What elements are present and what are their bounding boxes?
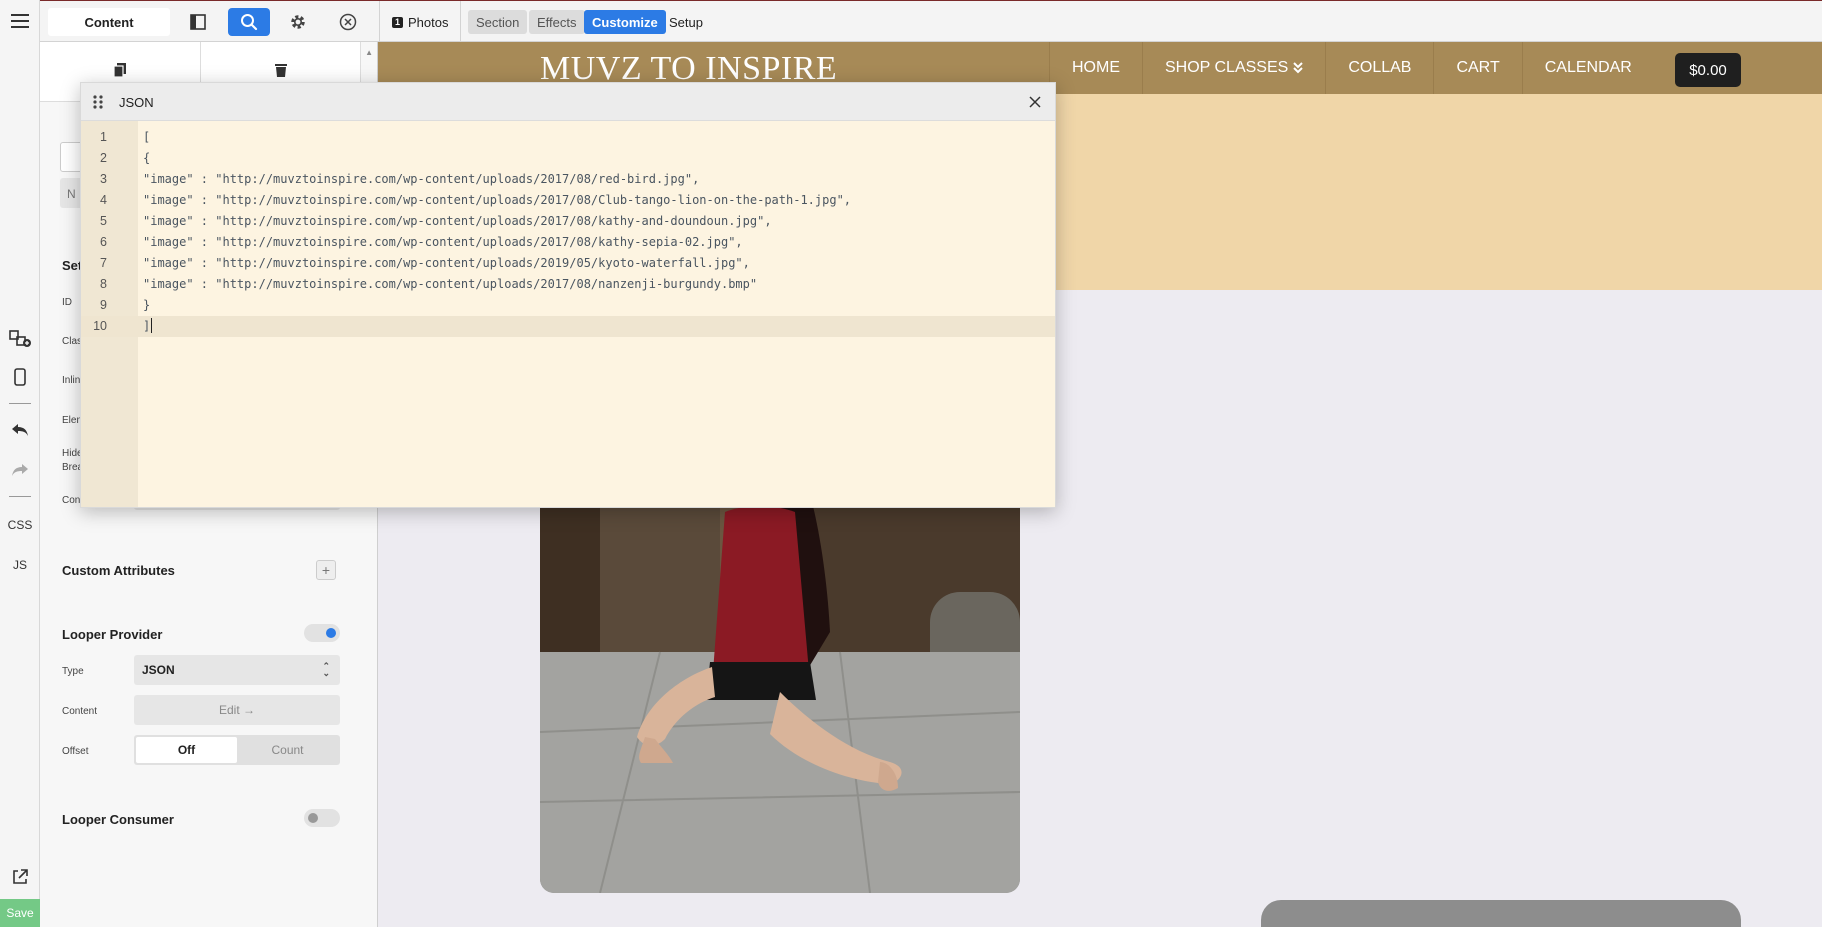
duplicate-icon <box>113 62 127 81</box>
mobile-preview-icon[interactable] <box>0 366 40 388</box>
code-line[interactable]: 4 "image" : "http://muvztoinspire.com/wp-… <box>81 190 1055 211</box>
featured-photo <box>540 502 1020 893</box>
inline-label-fragment: Inlin <box>62 375 81 386</box>
code-line[interactable]: 5 "image" : "http://muvztoinspire.com/wp-… <box>81 211 1055 232</box>
add-attribute-button[interactable]: + <box>316 560 336 580</box>
nav-collab[interactable]: COLLAB <box>1325 42 1433 94</box>
bottom-card-edge <box>1261 900 1741 927</box>
top-toolbar: Content 1 Photos Section Effects Customi… <box>40 0 1822 43</box>
line-number: 2 <box>100 151 107 165</box>
type-label: Type <box>62 666 84 677</box>
id-label: ID <box>62 297 72 308</box>
code-line[interactable]: 10] <box>81 316 1055 337</box>
external-link-icon[interactable] <box>0 867 40 887</box>
drag-handle-icon[interactable] <box>93 95 103 112</box>
nav-home[interactable]: HOME <box>1049 42 1142 94</box>
edit-content-button[interactable]: Edit → <box>134 695 340 725</box>
left-rail: CSS JS Save <box>0 0 40 927</box>
add-element-icon[interactable] <box>0 326 40 350</box>
cart-total-button[interactable]: $0.00 <box>1675 53 1741 87</box>
hamburger-menu-icon[interactable] <box>0 10 40 32</box>
close-icon[interactable] <box>1025 92 1045 112</box>
conditions-label-fragment: Con <box>62 495 81 506</box>
line-number: 3 <box>100 172 107 186</box>
offset-label: Offset <box>62 746 89 757</box>
js-button[interactable]: JS <box>0 556 40 574</box>
plus-icon: + <box>321 562 331 578</box>
offset-count-option[interactable]: Count <box>237 737 338 763</box>
trash-icon <box>274 62 288 81</box>
looper-consumer-title: Looper Consumer <box>62 812 174 827</box>
site-menu: HOME SHOP CLASSES COLLAB CART CALENDAR <box>1049 42 1654 94</box>
json-editor-modal: JSON 1[2{3 "image" : "http://muvztoinspir… <box>80 82 1056 508</box>
breadcrumb-badge: 1 <box>392 16 404 28</box>
code-line[interactable]: 7 "image" : "http://muvztoinspire.com/wp-… <box>81 253 1055 274</box>
line-text[interactable]: "image" : "http://muvztoinspire.com/wp-c… <box>143 274 757 295</box>
line-text[interactable]: "image" : "http://muvztoinspire.com/wp-c… <box>143 190 851 211</box>
nav-shop-classes[interactable]: SHOP CLASSES <box>1142 42 1325 94</box>
select-arrows-icon: ⌃ ⌄ <box>322 661 330 678</box>
save-button[interactable]: Save <box>0 899 40 927</box>
looper-type-value: JSON <box>142 663 175 677</box>
nav-cart[interactable]: CART <box>1433 42 1521 94</box>
undo-icon[interactable] <box>0 419 40 441</box>
line-text[interactable]: { <box>143 148 150 169</box>
code-line[interactable]: 3 "image" : "http://muvztoinspire.com/wp-… <box>81 169 1055 190</box>
search-icon[interactable] <box>228 8 270 36</box>
looper-provider-toggle[interactable] <box>304 624 340 642</box>
tab-setup[interactable]: Setup <box>661 10 711 34</box>
tab-section[interactable]: Section <box>468 10 528 34</box>
line-text[interactable]: [ <box>143 127 150 148</box>
line-text[interactable]: "image" : "http://muvztoinspire.com/wp-c… <box>143 232 743 253</box>
nav-calendar[interactable]: CALENDAR <box>1521 42 1654 94</box>
code-line[interactable]: 8 "image" : "http://muvztoinspire.com/wp-… <box>81 274 1055 295</box>
double-chevron-down-icon <box>1293 62 1304 74</box>
content-label: Content <box>62 706 98 717</box>
line-number: 7 <box>100 256 107 270</box>
class-label-fragment: Clas <box>62 336 83 347</box>
content-mode-button[interactable]: Content <box>48 8 170 36</box>
offset-off-option[interactable]: Off <box>136 737 237 763</box>
line-text[interactable]: } <box>143 295 150 316</box>
line-number: 5 <box>100 214 107 228</box>
code-line[interactable]: 1[ <box>81 127 1055 148</box>
tab-effects[interactable]: Effects <box>529 10 585 34</box>
looper-consumer-toggle[interactable] <box>304 809 340 827</box>
line-number: 9 <box>100 298 107 312</box>
modal-title: JSON <box>119 95 154 110</box>
redo-icon[interactable] <box>0 459 40 481</box>
line-text[interactable]: "image" : "http://muvztoinspire.com/wp-c… <box>143 169 699 190</box>
line-number: 8 <box>100 277 107 291</box>
close-circle-icon[interactable] <box>333 8 363 36</box>
line-text[interactable]: "image" : "http://muvztoinspire.com/wp-c… <box>143 211 772 232</box>
line-number: 1 <box>100 130 107 144</box>
line-number: 6 <box>100 235 107 249</box>
custom-attributes-title: Custom Attributes <box>62 563 175 578</box>
looper-provider-title: Looper Provider <box>62 627 163 642</box>
breadcrumb[interactable]: 1 Photos <box>384 10 457 34</box>
tab-customize[interactable]: Customize <box>584 10 666 34</box>
nav-shop-classes-label: SHOP CLASSES <box>1165 59 1289 76</box>
breadcrumb-label: Photos <box>408 14 449 30</box>
code-line[interactable]: 2{ <box>81 148 1055 169</box>
line-number: 10 <box>93 319 107 333</box>
scroll-up-icon[interactable]: ▲ <box>365 48 373 57</box>
code-line[interactable]: 9} <box>81 295 1055 316</box>
line-text[interactable]: ] <box>143 316 152 337</box>
looper-type-select[interactable]: JSON ⌃ ⌄ <box>134 655 340 685</box>
offset-segmented-control[interactable]: Off Count <box>134 735 340 765</box>
line-text[interactable]: "image" : "http://muvztoinspire.com/wp-c… <box>143 253 750 274</box>
line-number: 4 <box>100 193 107 207</box>
modal-header[interactable]: JSON <box>81 83 1055 121</box>
gear-icon[interactable] <box>283 8 313 36</box>
css-button[interactable]: CSS <box>0 516 40 534</box>
code-editor[interactable]: 1[2{3 "image" : "http://muvztoinspire.com… <box>81 127 1055 337</box>
layout-panel-icon[interactable] <box>183 8 213 36</box>
code-line[interactable]: 6 "image" : "http://muvztoinspire.com/wp-… <box>81 232 1055 253</box>
